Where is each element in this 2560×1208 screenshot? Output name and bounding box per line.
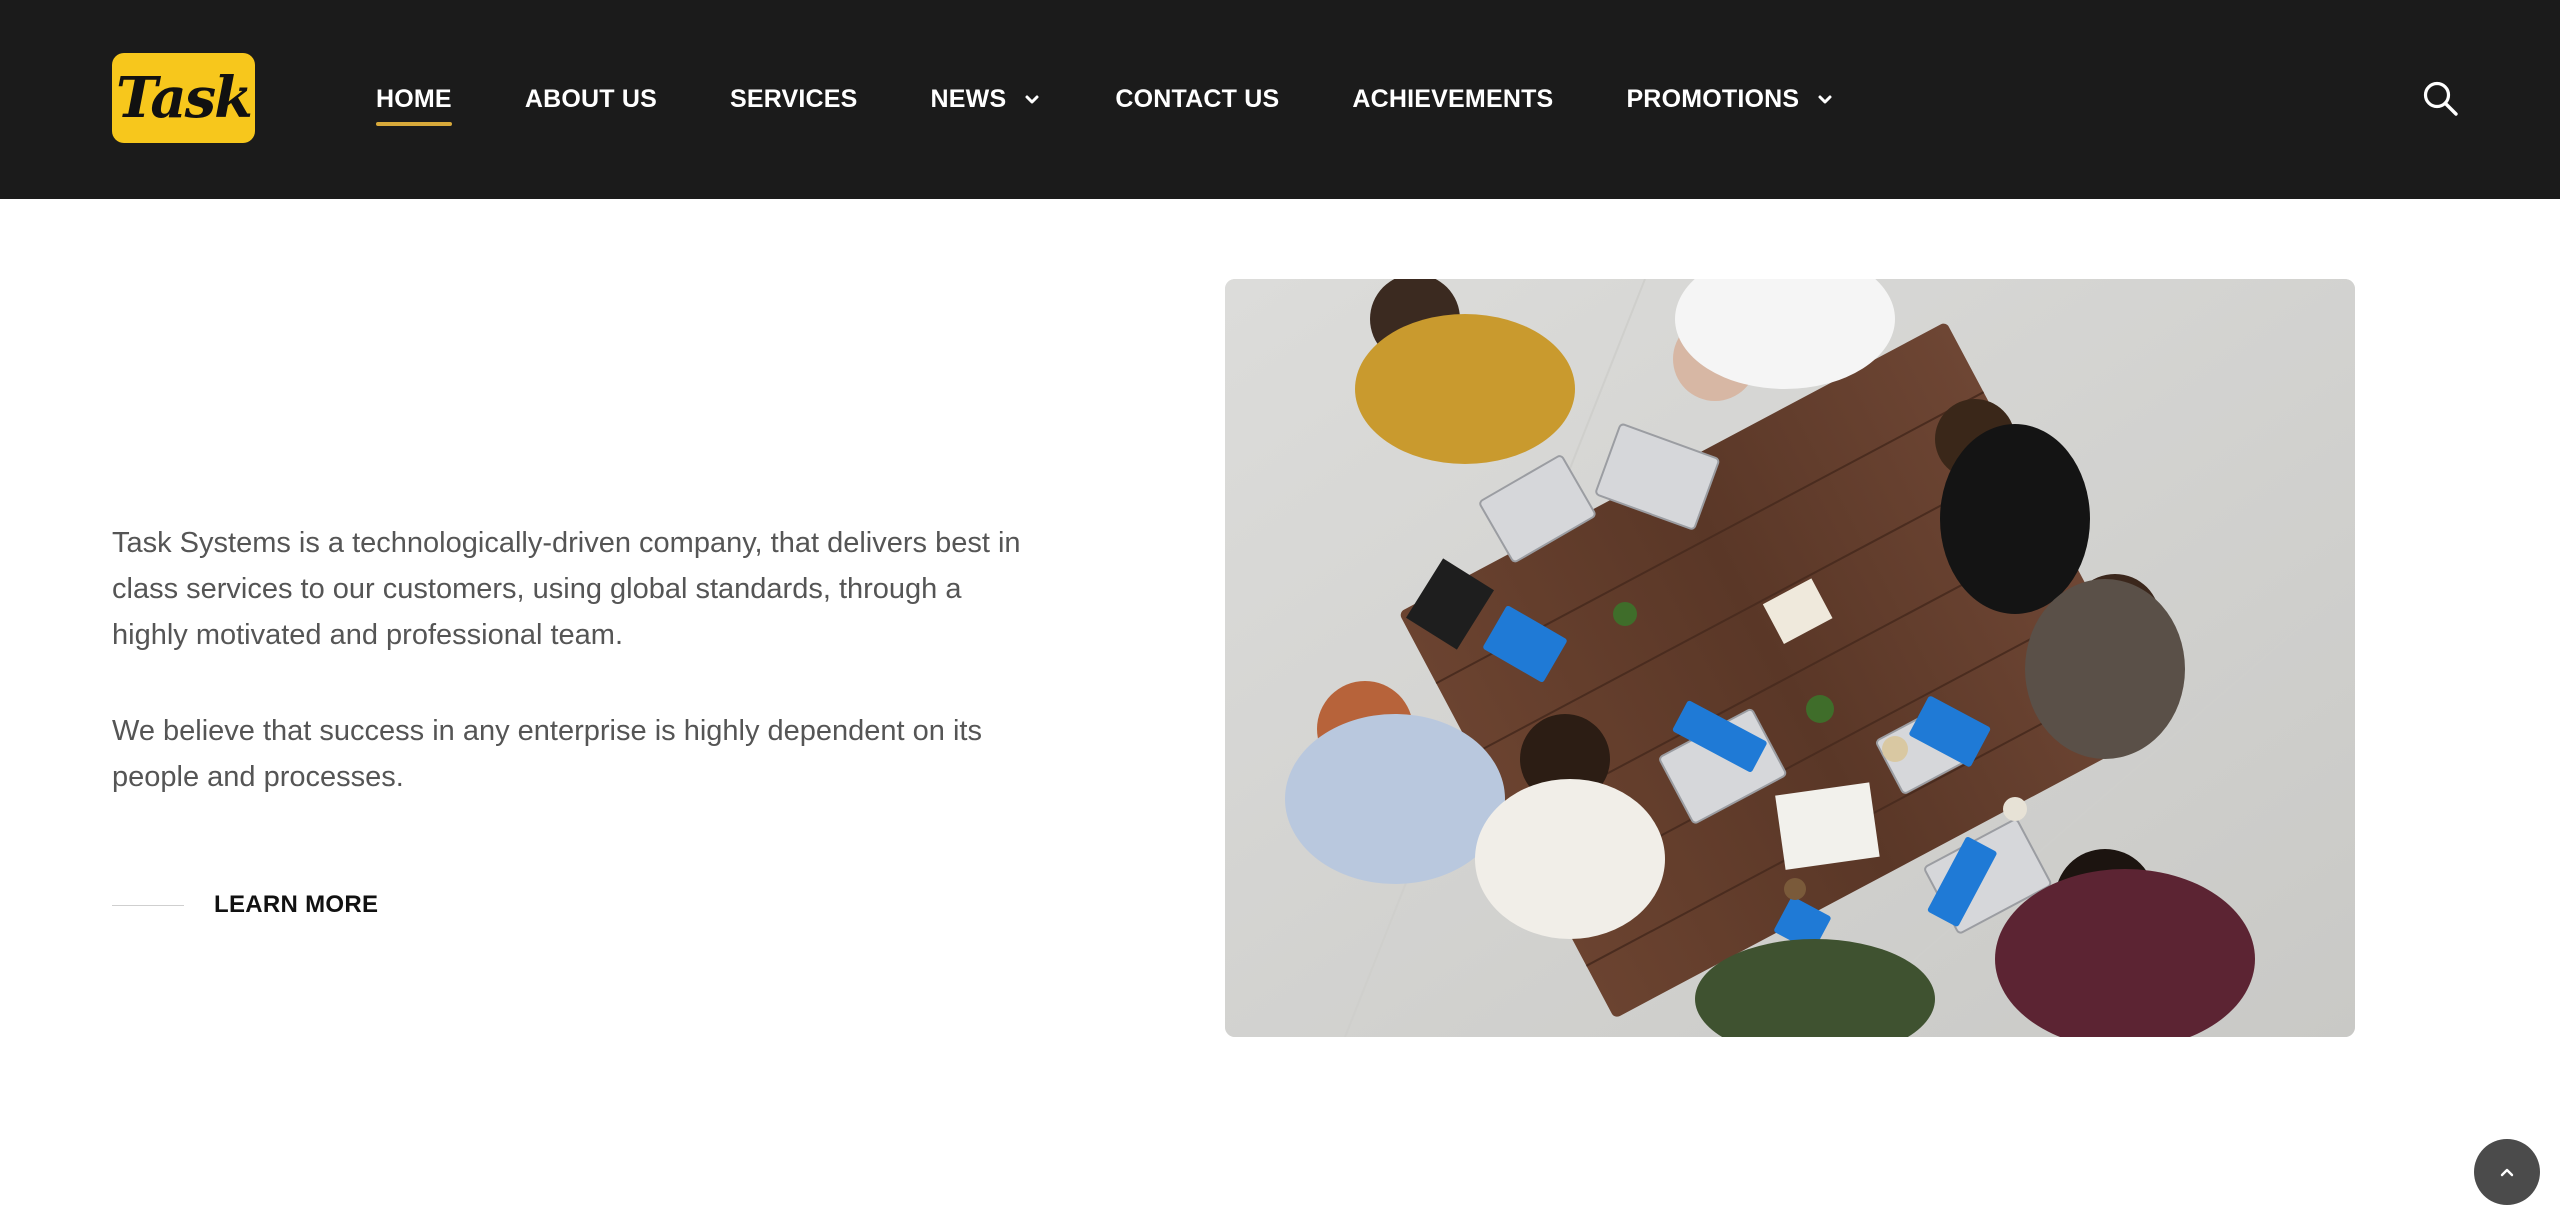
chevron-up-icon bbox=[2500, 1168, 2514, 1177]
main-nav: HOME ABOUT US SERVICES NEWS CONTACT US A… bbox=[376, 0, 1908, 199]
nav-item-label: HOME bbox=[376, 85, 452, 113]
nav-item-contact-us[interactable]: CONTACT US bbox=[1115, 85, 1279, 114]
back-to-top-button[interactable] bbox=[2474, 1139, 2540, 1205]
team-meeting-illustration bbox=[1225, 279, 2355, 1037]
nav-item-about-us[interactable]: ABOUT US bbox=[525, 85, 657, 114]
nav-item-achievements[interactable]: ACHIEVEMENTS bbox=[1352, 85, 1553, 114]
nav-item-news[interactable]: NEWS bbox=[931, 85, 1043, 114]
learn-more-label: LEARN MORE bbox=[214, 891, 379, 918]
nav-item-services[interactable]: SERVICES bbox=[730, 85, 858, 114]
search-icon[interactable] bbox=[2422, 80, 2460, 118]
intro-paragraph: We believe that success in any enterpris… bbox=[112, 715, 982, 793]
nav-item-label: NEWS bbox=[930, 85, 1007, 113]
nav-item-label: CONTACT US bbox=[1115, 85, 1280, 113]
site-header: Task HOME ABOUT US SERVICES NEWS CONTACT… bbox=[0, 0, 2560, 199]
chevron-down-icon bbox=[1818, 95, 1832, 103]
learn-more-link[interactable]: LEARN MORE bbox=[112, 886, 378, 924]
logo-text: Task bbox=[116, 65, 253, 131]
intro-paragraph: Task Systems is a technologically-driven… bbox=[112, 527, 1021, 651]
nav-item-label: ACHIEVEMENTS bbox=[1352, 85, 1554, 113]
site-logo[interactable]: Task bbox=[112, 53, 255, 143]
nav-item-label: PROMOTIONS bbox=[1626, 85, 1800, 113]
team-meeting-photo bbox=[1225, 279, 2355, 1037]
nav-item-label: SERVICES bbox=[729, 85, 858, 113]
chevron-down-icon bbox=[1025, 95, 1039, 103]
nav-item-home[interactable]: HOME bbox=[376, 85, 452, 126]
learn-more-divider bbox=[112, 904, 184, 906]
nav-item-promotions[interactable]: PROMOTIONS bbox=[1626, 85, 1835, 114]
intro-text: Task Systems is a technologically-driven… bbox=[112, 520, 1042, 800]
nav-item-label: ABOUT US bbox=[524, 85, 657, 113]
